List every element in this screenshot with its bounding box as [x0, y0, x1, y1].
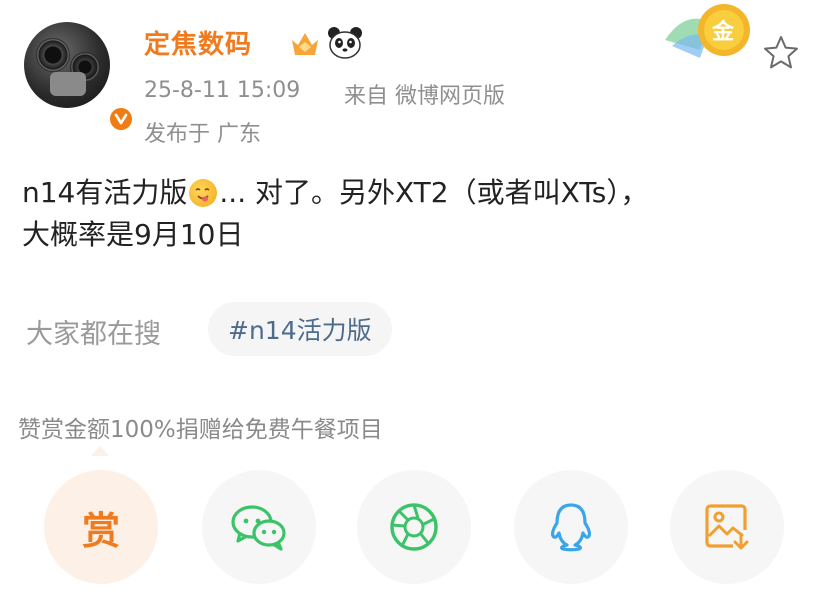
moments-icon	[390, 503, 438, 551]
favorite-star-icon[interactable]	[762, 34, 800, 70]
reward-note: 赞赏金额100%捐赠给免费午餐项目	[18, 417, 383, 443]
avatar-body	[50, 72, 86, 96]
qq-icon	[550, 503, 592, 552]
share-moments-button[interactable]	[357, 470, 471, 584]
reward-pointer	[91, 446, 109, 456]
hashtag-text: #n14活力版	[228, 316, 372, 345]
username[interactable]: 定焦数码	[144, 24, 252, 61]
medal-label: 金	[712, 20, 735, 45]
post-text-part: 大概率是9月10日	[22, 218, 244, 251]
share-wechat-button[interactable]	[202, 470, 316, 584]
panda-icon	[328, 27, 362, 59]
hashtag-chip[interactable]: #n14活力版	[208, 302, 392, 356]
avatar-lens	[36, 38, 70, 72]
post-time: 25-8-11 15:09	[144, 78, 301, 103]
yummy-emoji-icon	[189, 179, 218, 207]
post-text: n14有活力版 ... 对了。另外XT2（或者叫XTs）， 大概率是9月10日	[22, 172, 812, 256]
wechat-icon	[231, 505, 286, 551]
post-location: 发布于 广东	[144, 122, 261, 147]
post-source: 来自 微博网页版	[344, 84, 505, 109]
save-image-button[interactable]	[670, 470, 784, 584]
save-image-icon	[705, 504, 749, 550]
share-qq-button[interactable]	[514, 470, 628, 584]
post-text-part: n14有活力版	[22, 176, 188, 209]
avatar[interactable]	[24, 22, 134, 132]
trending-search-label: 大家都在搜	[26, 319, 161, 350]
reward-button-label: 赏	[81, 508, 120, 553]
post-text-part: ... 对了。另外XT2（或者叫XTs），	[219, 176, 649, 209]
reward-button[interactable]: 赏	[44, 470, 158, 584]
verified-badge-icon	[108, 106, 134, 132]
gold-medal[interactable]: 金	[660, 0, 770, 70]
vip-crown-icon	[292, 33, 318, 55]
